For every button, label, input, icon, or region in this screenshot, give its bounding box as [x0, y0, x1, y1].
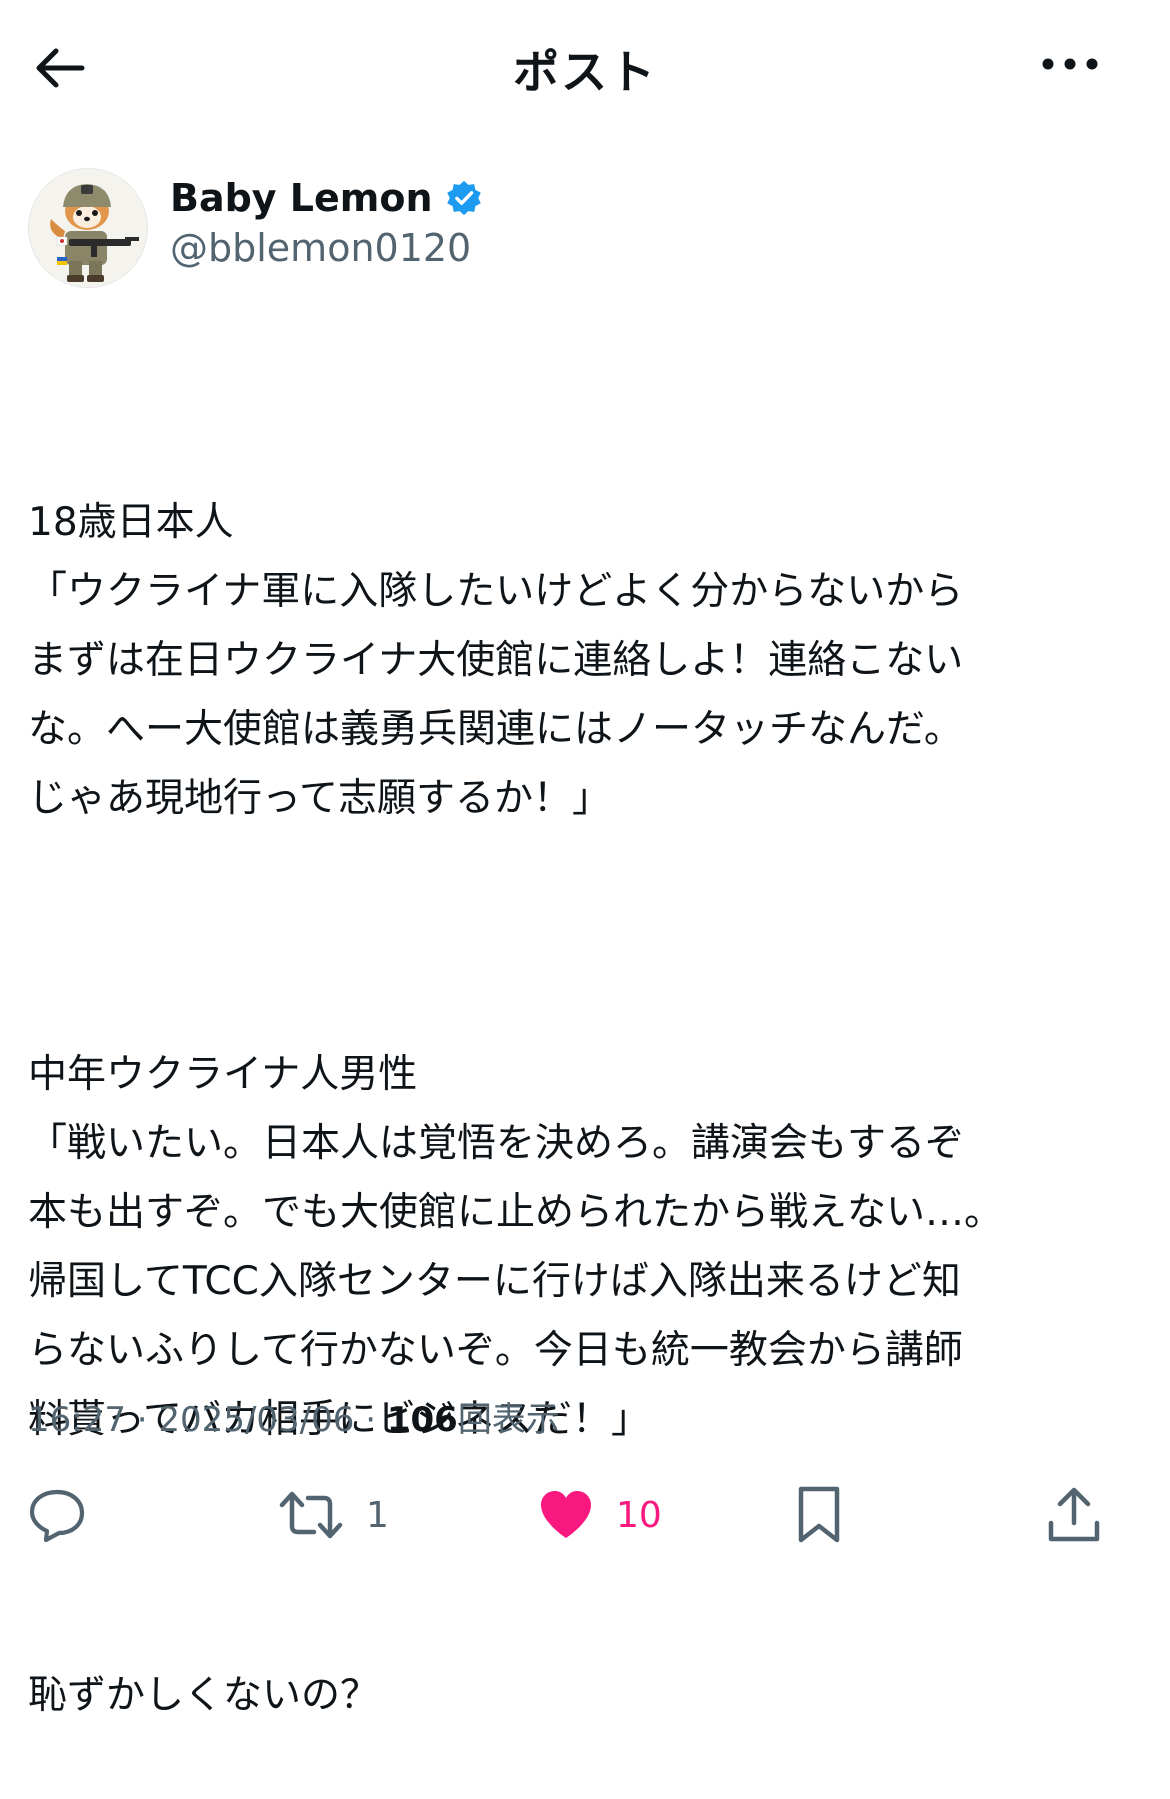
heart-filled-icon	[541, 1491, 591, 1538]
post-time[interactable]: 16:27	[28, 1400, 126, 1440]
like-button[interactable]: 10	[538, 1475, 662, 1555]
user-handle[interactable]: @bblemon0120	[170, 226, 471, 270]
views-count: 106	[386, 1400, 458, 1440]
like-count: 10	[616, 1494, 662, 1536]
post-author: Baby Lemon @bblemon0120	[28, 168, 1128, 288]
bookmark-button[interactable]	[796, 1475, 842, 1555]
meta-separator: ·	[365, 1400, 377, 1440]
top-bar: ポスト	[0, 0, 1170, 135]
views-label: 回表示	[457, 1400, 560, 1440]
action-bar: 1 10	[0, 1475, 1170, 1555]
post-meta: 16:27 · 2025/03/06 · 106回表示	[28, 1392, 560, 1441]
shiba-soldier-avatar-icon	[29, 169, 147, 287]
post-text: 18歳日本人 「ウクライナ軍に入隊したいけどよく分からないから まずは在日ウクラ…	[28, 350, 1138, 1799]
display-name[interactable]: Baby Lemon	[170, 176, 433, 220]
meta-separator: ·	[136, 1400, 148, 1440]
page-title: ポスト	[513, 45, 657, 99]
reply-icon	[29, 1489, 85, 1543]
share-icon	[1048, 1487, 1100, 1542]
retweet-icon	[279, 1491, 343, 1539]
post-paragraph: 恥ずかしくないの？	[28, 1673, 380, 1718]
share-button[interactable]	[1046, 1475, 1102, 1555]
post-date[interactable]: 2025/03/06	[158, 1400, 354, 1440]
post-paragraph: 18歳日本人 「ウクライナ軍に入隊したいけどよく分からないから まずは在日ウクラ…	[28, 500, 964, 821]
more-horizontal-icon	[1042, 58, 1098, 70]
retweet-count: 1	[366, 1494, 389, 1536]
verified-badge-icon	[446, 180, 481, 216]
more-options-button[interactable]	[1040, 44, 1100, 84]
avatar[interactable]	[28, 168, 148, 288]
retweet-button[interactable]: 1	[278, 1475, 389, 1555]
bookmark-icon	[798, 1486, 840, 1543]
reply-button[interactable]	[28, 1475, 108, 1555]
